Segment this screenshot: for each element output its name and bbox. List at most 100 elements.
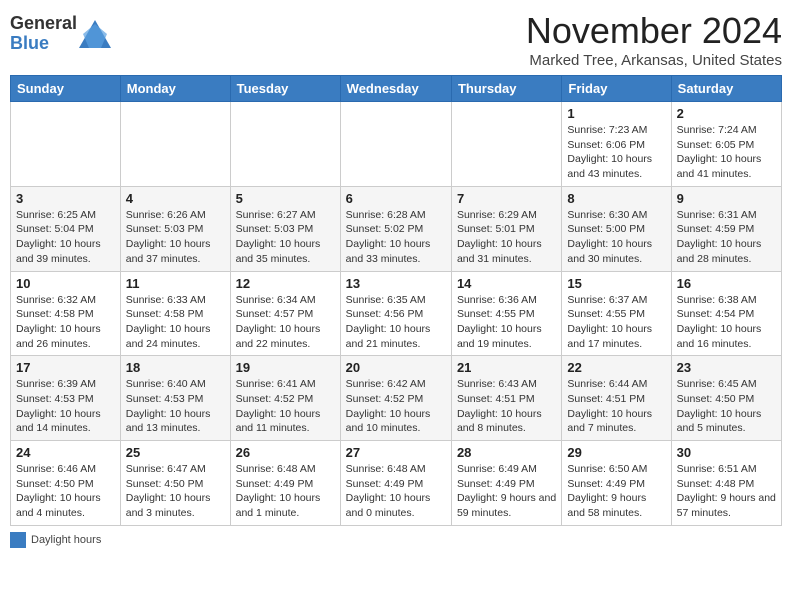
day-number: 2: [677, 106, 776, 121]
day-number: 24: [16, 445, 115, 460]
day-info: Sunrise: 6:40 AM Sunset: 4:53 PM Dayligh…: [126, 377, 225, 436]
calendar-table: SundayMondayTuesdayWednesdayThursdayFrid…: [10, 75, 782, 526]
day-info: Sunrise: 6:33 AM Sunset: 4:58 PM Dayligh…: [126, 293, 225, 352]
day-header-friday: Friday: [562, 76, 671, 102]
calendar-cell: 7Sunrise: 6:29 AM Sunset: 5:01 PM Daylig…: [451, 186, 561, 271]
day-number: 6: [346, 191, 446, 206]
day-info: Sunrise: 6:45 AM Sunset: 4:50 PM Dayligh…: [677, 377, 776, 436]
calendar-cell: 25Sunrise: 6:47 AM Sunset: 4:50 PM Dayli…: [120, 441, 230, 526]
day-header-sunday: Sunday: [11, 76, 121, 102]
calendar-week-1: 1Sunrise: 7:23 AM Sunset: 6:06 PM Daylig…: [11, 102, 782, 187]
day-number: 19: [236, 360, 335, 375]
day-info: Sunrise: 6:28 AM Sunset: 5:02 PM Dayligh…: [346, 208, 446, 267]
logo-blue-text: Blue: [10, 34, 77, 54]
daylight-label: Daylight hours: [31, 534, 101, 546]
day-number: 15: [567, 276, 665, 291]
calendar-week-5: 24 Sunrise: 6:46 AM Sunset: 4:50 PM Dayli…: [11, 441, 782, 526]
day-info: Sunrise: 6:39 AM Sunset: 4:53 PM Dayligh…: [16, 377, 115, 436]
day-number: 3: [16, 191, 115, 206]
day-info: Sunrise: 6:49 AM Sunset: 4:49 PM Dayligh…: [457, 462, 556, 521]
calendar-cell: 24 Sunrise: 6:46 AM Sunset: 4:50 PM Dayli…: [11, 441, 121, 526]
month-title: November 2024: [526, 10, 782, 52]
calendar-cell: 4 Sunrise: 6:26 AM Sunset: 5:03 PM Daylig…: [120, 186, 230, 271]
day-info: Sunrise: 6:37 AM Sunset: 4:55 PM Dayligh…: [567, 293, 665, 352]
calendar-cell: 14 Sunrise: 6:36 AM Sunset: 4:55 PM Dayli…: [451, 271, 561, 356]
day-number: 22: [567, 360, 665, 375]
calendar-cell: [451, 102, 561, 187]
calendar-cell: 15 Sunrise: 6:37 AM Sunset: 4:55 PM Dayli…: [562, 271, 671, 356]
day-info: Sunrise: 6:50 AM Sunset: 4:49 PM Dayligh…: [567, 462, 665, 521]
day-number: 18: [126, 360, 225, 375]
day-header-tuesday: Tuesday: [230, 76, 340, 102]
day-info: Sunrise: 6:43 AM Sunset: 4:51 PM Dayligh…: [457, 377, 556, 436]
day-info: Sunrise: 6:25 AM Sunset: 5:04 PM Dayligh…: [16, 208, 115, 267]
title-area: November 2024 Marked Tree, Arkansas, Uni…: [526, 10, 782, 69]
day-info: Sunrise: 7:23 AM Sunset: 6:06 PM Dayligh…: [567, 123, 665, 182]
calendar-cell: 11 Sunrise: 6:33 AM Sunset: 4:58 PM Dayli…: [120, 271, 230, 356]
calendar-cell: 26 Sunrise: 6:48 AM Sunset: 4:49 PM Dayli…: [230, 441, 340, 526]
location-subtitle: Marked Tree, Arkansas, United States: [526, 52, 782, 69]
calendar-cell: 6 Sunrise: 6:28 AM Sunset: 5:02 PM Daylig…: [340, 186, 451, 271]
day-number: 12: [236, 276, 335, 291]
calendar-cell: 18 Sunrise: 6:40 AM Sunset: 4:53 PM Dayli…: [120, 356, 230, 441]
day-info: Sunrise: 6:46 AM Sunset: 4:50 PM Dayligh…: [16, 462, 115, 521]
day-number: 29: [567, 445, 665, 460]
day-number: 9: [677, 191, 776, 206]
calendar-week-4: 17 Sunrise: 6:39 AM Sunset: 4:53 PM Dayli…: [11, 356, 782, 441]
logo-icon: [79, 20, 111, 48]
calendar-header-row: SundayMondayTuesdayWednesdayThursdayFrid…: [11, 76, 782, 102]
calendar-body: 1Sunrise: 7:23 AM Sunset: 6:06 PM Daylig…: [11, 102, 782, 526]
day-number: 13: [346, 276, 446, 291]
day-number: 30: [677, 445, 776, 460]
calendar-cell: [230, 102, 340, 187]
calendar-cell: [11, 102, 121, 187]
day-info: Sunrise: 6:31 AM Sunset: 4:59 PM Dayligh…: [677, 208, 776, 267]
calendar-cell: 5Sunrise: 6:27 AM Sunset: 5:03 PM Daylig…: [230, 186, 340, 271]
day-info: Sunrise: 6:36 AM Sunset: 4:55 PM Dayligh…: [457, 293, 556, 352]
day-info: Sunrise: 6:44 AM Sunset: 4:51 PM Dayligh…: [567, 377, 665, 436]
calendar-week-2: 3 Sunrise: 6:25 AM Sunset: 5:04 PM Daylig…: [11, 186, 782, 271]
day-number: 14: [457, 276, 556, 291]
day-number: 20: [346, 360, 446, 375]
day-info: Sunrise: 6:48 AM Sunset: 4:49 PM Dayligh…: [236, 462, 335, 521]
calendar-cell: 27 Sunrise: 6:48 AM Sunset: 4:49 PM Dayli…: [340, 441, 451, 526]
day-info: Sunrise: 6:30 AM Sunset: 5:00 PM Dayligh…: [567, 208, 665, 267]
day-number: 17: [16, 360, 115, 375]
calendar-cell: 13Sunrise: 6:35 AM Sunset: 4:56 PM Dayli…: [340, 271, 451, 356]
calendar-cell: 1Sunrise: 7:23 AM Sunset: 6:06 PM Daylig…: [562, 102, 671, 187]
day-number: 4: [126, 191, 225, 206]
calendar-cell: 12Sunrise: 6:34 AM Sunset: 4:57 PM Dayli…: [230, 271, 340, 356]
calendar-cell: 23 Sunrise: 6:45 AM Sunset: 4:50 PM Dayli…: [671, 356, 781, 441]
day-header-wednesday: Wednesday: [340, 76, 451, 102]
calendar-week-3: 10Sunrise: 6:32 AM Sunset: 4:58 PM Dayli…: [11, 271, 782, 356]
calendar-cell: 30Sunrise: 6:51 AM Sunset: 4:48 PM Dayli…: [671, 441, 781, 526]
day-number: 11: [126, 276, 225, 291]
day-info: Sunrise: 6:47 AM Sunset: 4:50 PM Dayligh…: [126, 462, 225, 521]
day-header-thursday: Thursday: [451, 76, 561, 102]
day-info: Sunrise: 6:26 AM Sunset: 5:03 PM Dayligh…: [126, 208, 225, 267]
calendar-cell: [120, 102, 230, 187]
calendar-cell: 16Sunrise: 6:38 AM Sunset: 4:54 PM Dayli…: [671, 271, 781, 356]
logo-general-text: General: [10, 14, 77, 34]
day-number: 27: [346, 445, 446, 460]
day-info: Sunrise: 6:42 AM Sunset: 4:52 PM Dayligh…: [346, 377, 446, 436]
calendar-cell: 10Sunrise: 6:32 AM Sunset: 4:58 PM Dayli…: [11, 271, 121, 356]
daylight-swatch: [10, 532, 26, 548]
calendar-cell: 19 Sunrise: 6:41 AM Sunset: 4:52 PM Dayli…: [230, 356, 340, 441]
day-number: 21: [457, 360, 556, 375]
calendar-cell: 29 Sunrise: 6:50 AM Sunset: 4:49 PM Dayli…: [562, 441, 671, 526]
day-info: Sunrise: 6:32 AM Sunset: 4:58 PM Dayligh…: [16, 293, 115, 352]
day-number: 16: [677, 276, 776, 291]
day-info: Sunrise: 6:41 AM Sunset: 4:52 PM Dayligh…: [236, 377, 335, 436]
day-info: Sunrise: 6:48 AM Sunset: 4:49 PM Dayligh…: [346, 462, 446, 521]
day-number: 26: [236, 445, 335, 460]
calendar-cell: 9 Sunrise: 6:31 AM Sunset: 4:59 PM Daylig…: [671, 186, 781, 271]
calendar-cell: [340, 102, 451, 187]
logo: General Blue: [10, 14, 111, 54]
day-header-monday: Monday: [120, 76, 230, 102]
day-number: 23: [677, 360, 776, 375]
day-number: 28: [457, 445, 556, 460]
day-info: Sunrise: 6:27 AM Sunset: 5:03 PM Dayligh…: [236, 208, 335, 267]
day-header-saturday: Saturday: [671, 76, 781, 102]
day-info: Sunrise: 7:24 AM Sunset: 6:05 PM Dayligh…: [677, 123, 776, 182]
